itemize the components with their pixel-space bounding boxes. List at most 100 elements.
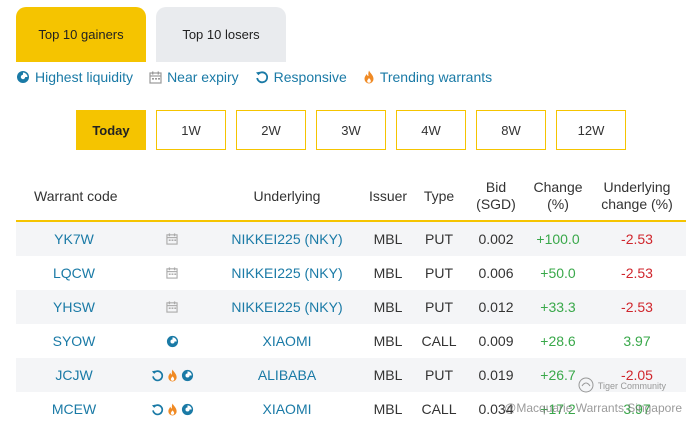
- header-change-line2: (%): [547, 196, 569, 212]
- header-change-line1: Change: [533, 179, 583, 195]
- type-cell: CALL: [421, 401, 457, 417]
- header-bid-line1: Bid: [485, 179, 507, 195]
- period-button-2w[interactable]: 2W: [236, 110, 306, 150]
- filter-label: Highest liquidity: [35, 69, 134, 85]
- flame-icon: [167, 369, 178, 382]
- refresh-icon: [151, 403, 164, 416]
- liquidity-icon: [166, 335, 179, 348]
- change-cell: +50.0: [540, 265, 576, 281]
- tab-top-10-gainers[interactable]: Top 10 gainers: [16, 7, 146, 62]
- warrant-code-link[interactable]: YK7W: [16, 231, 132, 247]
- row-icons: [132, 369, 212, 382]
- watermark-brand: Tiger Community: [597, 381, 666, 391]
- bid-cell: 0.019: [478, 367, 514, 383]
- row-icons: [132, 267, 212, 279]
- period-button-8w[interactable]: 8W: [476, 110, 546, 150]
- calendar-icon: [166, 233, 178, 245]
- calendar-icon: [166, 267, 178, 279]
- underlying-link[interactable]: ALIBABA: [212, 367, 362, 383]
- watermark-text: @Macquarie Warrants Singapore: [504, 401, 682, 415]
- change-cell: +28.6: [540, 333, 576, 349]
- period-button-4w[interactable]: 4W: [396, 110, 466, 150]
- issuer-cell: MBL: [373, 333, 403, 349]
- period-button-12w[interactable]: 12W: [556, 110, 626, 150]
- header-bid[interactable]: Bid (SGD): [464, 179, 528, 213]
- filter-label: Near expiry: [167, 69, 239, 85]
- bid-cell: 0.012: [478, 299, 514, 315]
- filter-bar: Highest liquidity Near expiry Responsive…: [16, 69, 492, 85]
- header-change[interactable]: Change (%): [528, 179, 588, 213]
- header-underlying-change[interactable]: Underlying change (%): [588, 179, 686, 213]
- period-button-1w[interactable]: 1W: [156, 110, 226, 150]
- header-issuer[interactable]: Issuer: [362, 188, 414, 205]
- row-icons: [132, 335, 212, 348]
- header-warrant-code[interactable]: Warrant code: [16, 188, 132, 205]
- table-body: YK7W NIKKEI225 (NKY) MBL PUT 0.002 +100.0 -2.5…: [16, 222, 686, 426]
- flame-icon: [167, 403, 178, 416]
- issuer-cell: MBL: [373, 299, 403, 315]
- warrant-code-link[interactable]: MCEW: [16, 401, 132, 417]
- type-cell: PUT: [425, 367, 453, 383]
- table-row[interactable]: YK7W NIKKEI225 (NKY) MBL PUT 0.002 +100.0 -2.5…: [16, 222, 686, 256]
- watermark-logo: Tiger Community: [578, 377, 666, 395]
- header-bid-line2: (SGD): [476, 196, 516, 212]
- filter-highest-liquidity[interactable]: Highest liquidity: [16, 69, 133, 85]
- table-header: Warrant code Underlying Issuer Type Bid …: [16, 172, 686, 222]
- warrant-code-link[interactable]: YHSW: [16, 299, 132, 315]
- underlying-link[interactable]: XIAOMI: [212, 333, 362, 349]
- bid-cell: 0.006: [478, 265, 514, 281]
- underlying-change-cell: -2.53: [621, 265, 653, 281]
- liquidity-icon: [181, 403, 194, 416]
- change-cell: +33.3: [540, 299, 576, 315]
- row-icons: [132, 403, 212, 416]
- warrant-code-link[interactable]: LQCW: [16, 265, 132, 281]
- refresh-icon: [255, 70, 269, 84]
- issuer-cell: MBL: [373, 231, 403, 247]
- issuer-cell: MBL: [373, 265, 403, 281]
- row-icons: [132, 301, 212, 313]
- period-button-3w[interactable]: 3W: [316, 110, 386, 150]
- tab-top-10-losers[interactable]: Top 10 losers: [156, 7, 286, 62]
- warrant-code-link[interactable]: JCJW: [16, 367, 132, 383]
- issuer-cell: MBL: [373, 401, 403, 417]
- underlying-link[interactable]: NIKKEI225 (NKY): [212, 299, 362, 315]
- filter-responsive[interactable]: Responsive: [255, 69, 347, 85]
- underlying-link[interactable]: NIKKEI225 (NKY): [212, 231, 362, 247]
- bid-cell: 0.002: [478, 231, 514, 247]
- type-cell: PUT: [425, 299, 453, 315]
- table-row[interactable]: YHSW NIKKEI225 (NKY) MBL PUT 0.012 +33.3 -2.53: [16, 290, 686, 324]
- issuer-cell: MBL: [373, 367, 403, 383]
- tiger-logo-icon: [578, 377, 594, 395]
- liquidity-icon: [181, 369, 194, 382]
- header-underlying[interactable]: Underlying: [212, 188, 362, 205]
- bid-cell: 0.009: [478, 333, 514, 349]
- type-cell: PUT: [425, 265, 453, 281]
- header-type[interactable]: Type: [414, 188, 464, 205]
- underlying-link[interactable]: NIKKEI225 (NKY): [212, 265, 362, 281]
- liquidity-icon: [16, 70, 30, 84]
- table-row[interactable]: SYOW XIAOMI MBL CALL 0.009 +28.6 3.97: [16, 324, 686, 358]
- header-uchg-line1: Underlying: [603, 179, 671, 195]
- underlying-change-cell: 3.97: [623, 333, 651, 349]
- change-cell: +100.0: [536, 231, 580, 247]
- flame-icon: [363, 70, 375, 84]
- filter-trending-warrants[interactable]: Trending warrants: [363, 69, 492, 85]
- row-icons: [132, 233, 212, 245]
- refresh-icon: [151, 369, 164, 382]
- filter-label: Responsive: [273, 69, 347, 85]
- underlying-change-cell: -2.53: [621, 231, 653, 247]
- header-uchg-line2: change (%): [601, 196, 673, 212]
- underlying-change-cell: -2.53: [621, 299, 653, 315]
- underlying-link[interactable]: XIAOMI: [212, 401, 362, 417]
- filter-near-expiry[interactable]: Near expiry: [149, 69, 239, 85]
- type-cell: CALL: [421, 333, 457, 349]
- period-selector: Today 1W 2W 3W 4W 8W 12W: [76, 110, 626, 150]
- calendar-icon: [166, 301, 178, 313]
- type-cell: PUT: [425, 231, 453, 247]
- filter-label: Trending warrants: [379, 69, 493, 85]
- tab-bar: Top 10 gainers Top 10 losers: [16, 7, 286, 62]
- table-row[interactable]: LQCW NIKKEI225 (NKY) MBL PUT 0.006 +50.0 -2.53: [16, 256, 686, 290]
- calendar-icon: [149, 71, 162, 84]
- period-button-today[interactable]: Today: [76, 110, 146, 150]
- warrant-code-link[interactable]: SYOW: [16, 333, 132, 349]
